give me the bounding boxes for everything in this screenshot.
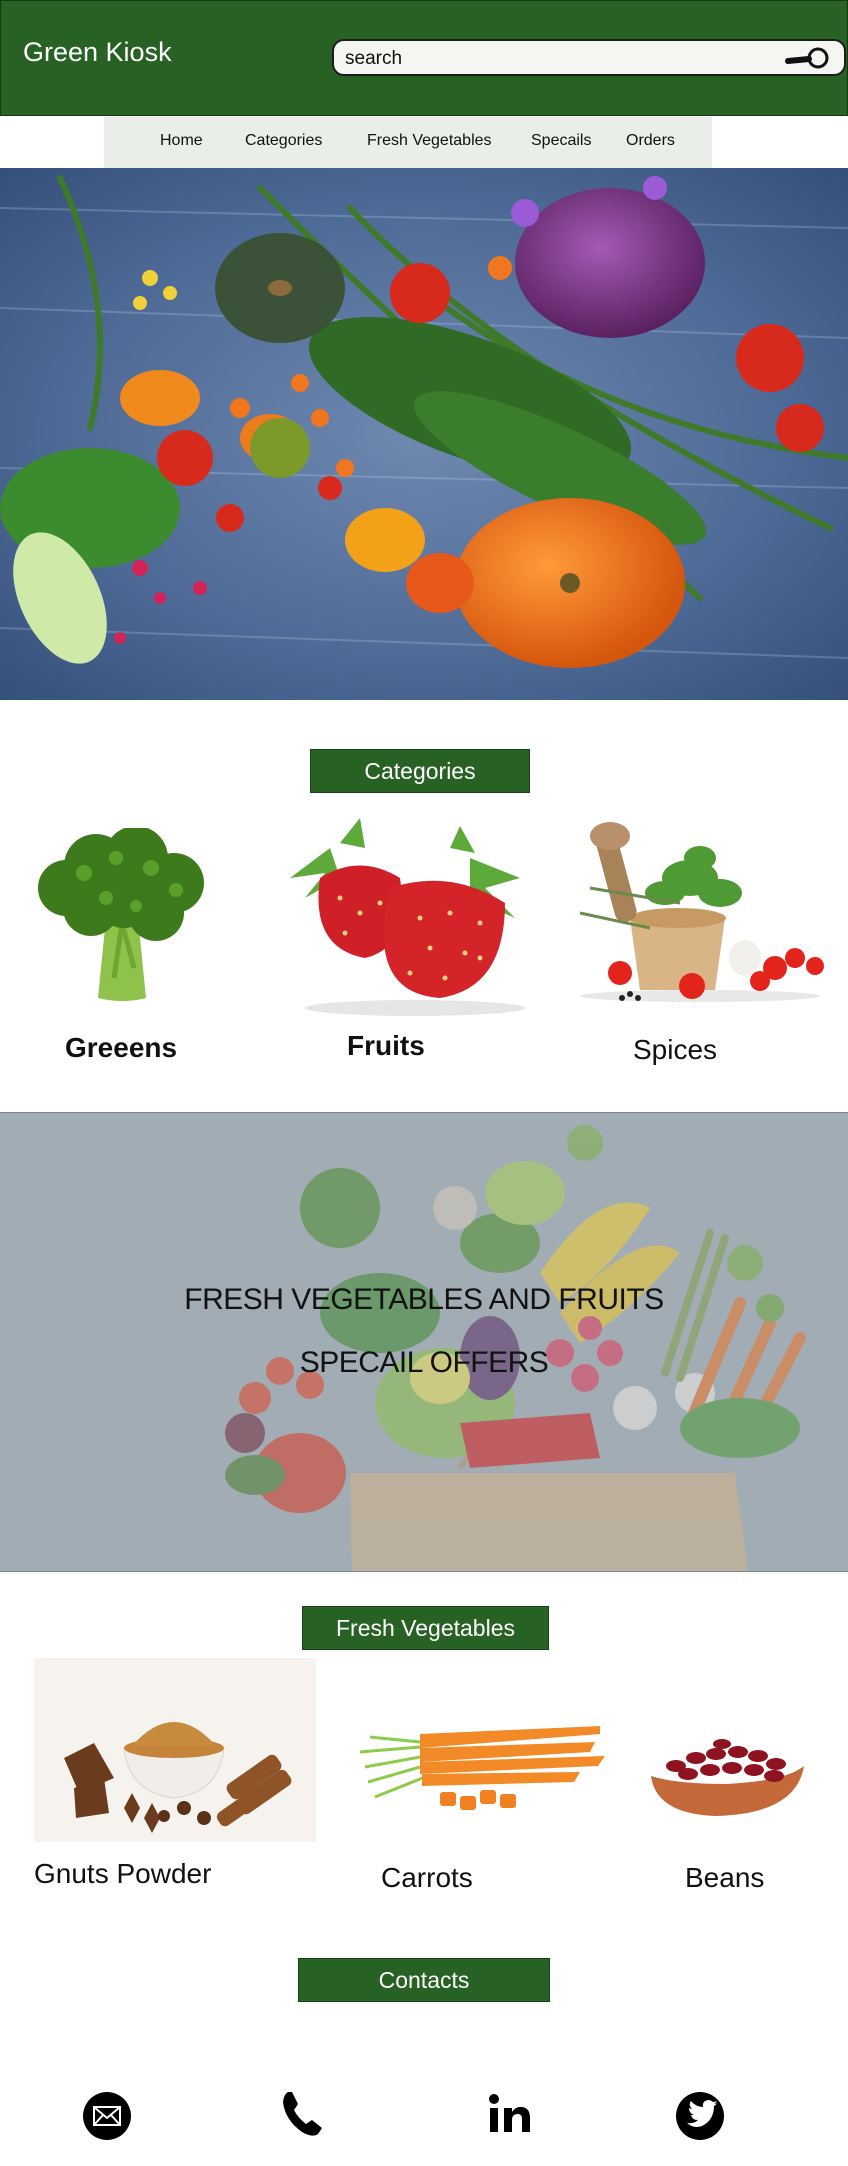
vegetables-hero-illustration [0,168,848,700]
mortar-herbs-image[interactable] [570,818,832,1008]
carrots-image[interactable] [360,1712,610,1814]
banner-subheadline: SPECAIL OFFERS [299,1346,549,1379]
search-input[interactable]: search [345,48,402,70]
grocery-bag-illustration [0,1113,848,1571]
fresh-vegetables-heading: Fresh Vegetables [302,1606,549,1650]
main-nav: Home Categories Fresh Vegetables Specail… [104,117,712,168]
category-label-greens[interactable]: Greeens [65,1032,177,1064]
linkedin-icon[interactable] [484,2090,536,2142]
nav-item-fresh-vegetables[interactable]: Fresh Vegetables [367,132,492,150]
vegetable-label-beans[interactable]: Beans [685,1862,764,1894]
beans-image[interactable] [646,1736,806,1818]
search-bar[interactable]: search [332,39,846,76]
category-label-fruits[interactable]: Fruits [347,1030,425,1062]
phone-icon[interactable] [276,2088,328,2140]
email-icon[interactable] [81,2090,133,2142]
special-offers-banner[interactable]: FRESH VEGETABLES AND FRUITS SPECAIL OFFE… [0,1112,848,1572]
twitter-icon[interactable] [674,2090,726,2142]
brand-title[interactable]: Green Kiosk [23,37,172,68]
search-icon[interactable] [784,46,832,70]
site-header: Green Kiosk search [0,0,848,116]
categories-heading: Categories [310,749,530,793]
banner-headline: FRESH VEGETABLES AND FRUITS [184,1283,664,1316]
contacts-heading: Contacts [298,1958,550,2002]
category-label-spices[interactable]: Spices [633,1034,717,1066]
vegetable-label-carrots[interactable]: Carrots [381,1862,473,1894]
nav-item-categories[interactable]: Categories [245,132,322,150]
hero-image [0,168,848,700]
strawberries-image[interactable] [270,818,540,1018]
nav-item-home[interactable]: Home [160,132,203,150]
spice-powder-image[interactable] [34,1658,316,1842]
nav-item-specials[interactable]: Specails [531,132,591,150]
broccoli-image[interactable] [36,828,210,1004]
vegetable-label-gnuts-powder[interactable]: Gnuts Powder [34,1858,211,1890]
nav-item-orders[interactable]: Orders [626,132,675,150]
